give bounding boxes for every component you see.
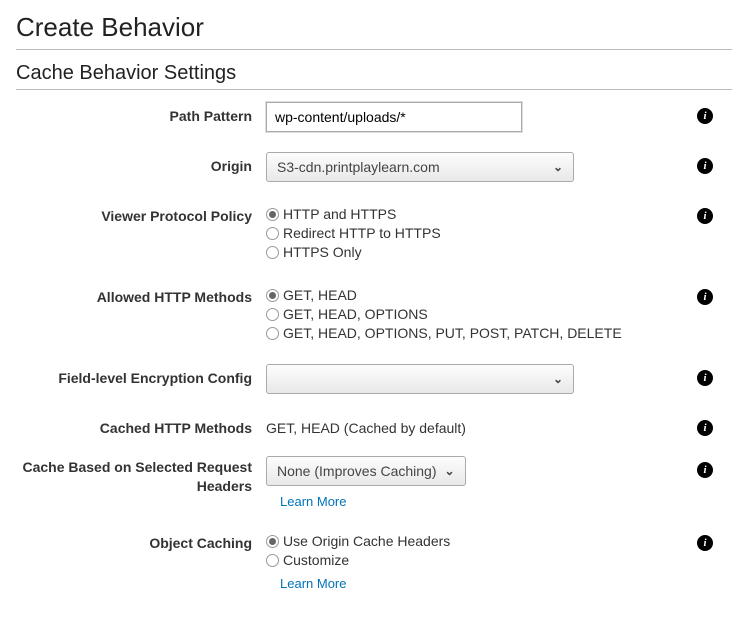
radio-icon	[266, 208, 279, 221]
field-level-encryption-label: Field-level Encryption Config	[16, 364, 266, 386]
radio-label: HTTPS Only	[283, 244, 362, 260]
origin-selected-value: S3-cdn.printplaylearn.com	[277, 159, 440, 175]
object-caching-learn-more-link[interactable]: Learn More	[280, 576, 678, 591]
field-level-encryption-select[interactable]: ⌄	[266, 364, 574, 394]
cache-headers-selected-value: None (Improves Caching)	[277, 463, 437, 479]
section-title: Cache Behavior Settings	[16, 62, 732, 85]
object-caching-label: Object Caching	[16, 529, 266, 551]
radio-label: Use Origin Cache Headers	[283, 533, 450, 549]
viewer-protocol-option-https-only[interactable]: HTTPS Only	[266, 244, 678, 260]
info-icon[interactable]: i	[697, 208, 713, 224]
path-pattern-input[interactable]	[266, 102, 522, 132]
radio-icon	[266, 554, 279, 567]
radio-label: GET, HEAD, OPTIONS, PUT, POST, PATCH, DE…	[283, 325, 622, 341]
info-icon[interactable]: i	[697, 535, 713, 551]
origin-label: Origin	[16, 152, 266, 174]
viewer-protocol-option-redirect[interactable]: Redirect HTTP to HTTPS	[266, 225, 678, 241]
info-icon[interactable]: i	[697, 370, 713, 386]
title-divider	[16, 49, 732, 50]
cached-methods-label: Cached HTTP Methods	[16, 414, 266, 436]
chevron-down-icon: ⌄	[553, 372, 563, 386]
radio-icon	[266, 246, 279, 259]
radio-icon	[266, 327, 279, 340]
radio-label: Redirect HTTP to HTTPS	[283, 225, 441, 241]
allowed-methods-option-get-head-options[interactable]: GET, HEAD, OPTIONS	[266, 306, 678, 322]
info-icon[interactable]: i	[697, 158, 713, 174]
cache-headers-select[interactable]: None (Improves Caching) ⌄	[266, 456, 466, 486]
info-icon[interactable]: i	[697, 108, 713, 124]
viewer-protocol-option-http-https[interactable]: HTTP and HTTPS	[266, 206, 678, 222]
cache-headers-learn-more-link[interactable]: Learn More	[280, 494, 678, 509]
allowed-methods-label: Allowed HTTP Methods	[16, 283, 266, 305]
radio-label: GET, HEAD	[283, 287, 357, 303]
info-icon[interactable]: i	[697, 462, 713, 478]
info-icon[interactable]: i	[697, 289, 713, 305]
chevron-down-icon: ⌄	[553, 160, 563, 174]
object-caching-option-customize[interactable]: Customize	[266, 552, 678, 568]
viewer-protocol-label: Viewer Protocol Policy	[16, 202, 266, 224]
cached-methods-value: GET, HEAD (Cached by default)	[266, 414, 678, 436]
cache-headers-label: Cache Based on Selected Request Headers	[16, 456, 266, 496]
radio-label: HTTP and HTTPS	[283, 206, 396, 222]
chevron-down-icon: ⌄	[445, 464, 455, 478]
path-pattern-label: Path Pattern	[16, 102, 266, 124]
allowed-methods-option-get-head[interactable]: GET, HEAD	[266, 287, 678, 303]
radio-icon	[266, 289, 279, 302]
allowed-methods-option-all[interactable]: GET, HEAD, OPTIONS, PUT, POST, PATCH, DE…	[266, 325, 678, 341]
section-divider	[16, 89, 732, 90]
page-title: Create Behavior	[16, 12, 732, 43]
radio-icon	[266, 308, 279, 321]
radio-icon	[266, 227, 279, 240]
radio-icon	[266, 535, 279, 548]
object-caching-option-origin[interactable]: Use Origin Cache Headers	[266, 533, 678, 549]
info-icon[interactable]: i	[697, 420, 713, 436]
radio-label: Customize	[283, 552, 349, 568]
radio-label: GET, HEAD, OPTIONS	[283, 306, 428, 322]
origin-select[interactable]: S3-cdn.printplaylearn.com ⌄	[266, 152, 574, 182]
